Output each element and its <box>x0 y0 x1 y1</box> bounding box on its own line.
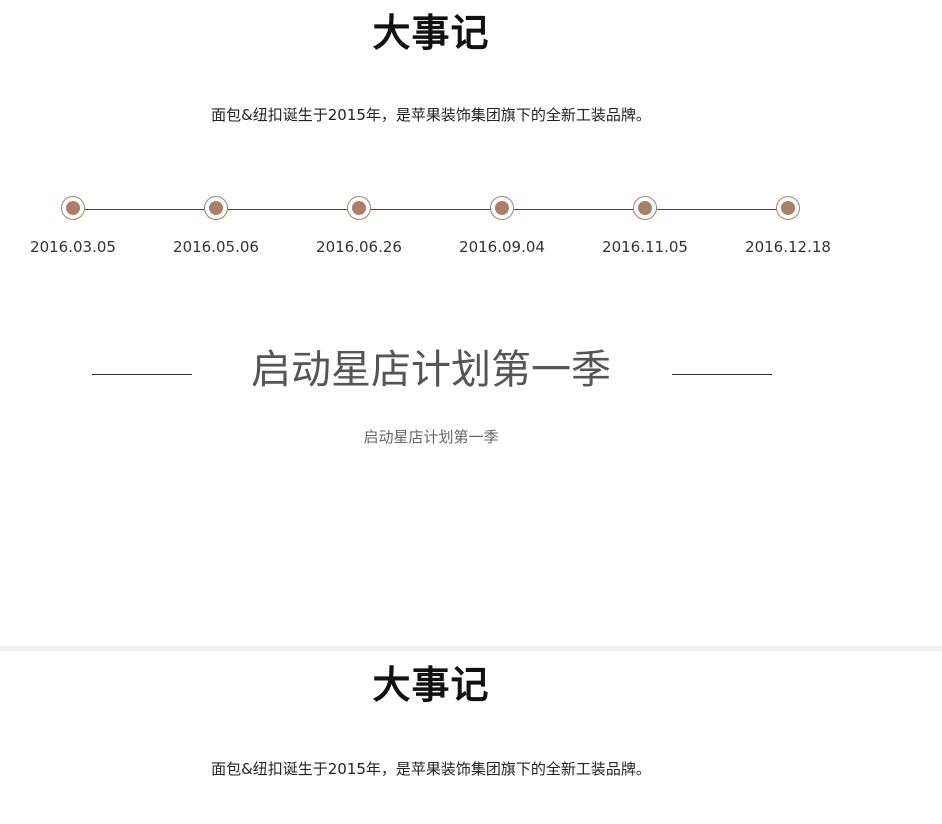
headline-rule-right <box>672 374 772 375</box>
timeline-date[interactable]: 2016.11.05 <box>585 238 705 256</box>
timeline-dot-icon[interactable] <box>490 196 514 220</box>
timeline-dot-icon[interactable] <box>347 196 371 220</box>
timeline-item[interactable]: 2016.03.05 <box>13 196 133 256</box>
section-intro: 面包&纽扣诞生于2015年，是苹果装饰集团旗下的全新工装品牌。 <box>211 106 651 124</box>
timeline-dot-icon[interactable] <box>61 196 85 220</box>
timeline-item[interactable]: 2016.09.04 <box>442 196 562 256</box>
timeline-item[interactable]: 2016.11.05 <box>585 196 705 256</box>
timeline-item[interactable]: 2016.06.26 <box>299 196 419 256</box>
timeline-date[interactable]: 2016.09.04 <box>442 238 562 256</box>
section-intro: 面包&纽扣诞生于2015年，是苹果装饰集团旗下的全新工装品牌。 <box>211 760 651 778</box>
event-headline-row: 启动星店计划第一季 <box>0 335 862 395</box>
milestones-section: 大事记 面包&纽扣诞生于2015年，是苹果装饰集团旗下的全新工装品牌。 <box>0 651 942 824</box>
timeline-dot-icon[interactable] <box>204 196 228 220</box>
timeline-date[interactable]: 2016.03.05 <box>13 238 133 256</box>
timeline-dot-icon[interactable] <box>633 196 657 220</box>
section-title: 大事记 <box>372 663 490 707</box>
timeline-date[interactable]: 2016.06.26 <box>299 238 419 256</box>
event-subheadline: 启动星店计划第一季 <box>363 428 499 446</box>
event-headline: 启动星店计划第一季 <box>251 347 611 393</box>
section-title: 大事记 <box>372 11 490 55</box>
timeline-date[interactable]: 2016.05.06 <box>156 238 276 256</box>
timeline-date[interactable]: 2016.12.18 <box>728 238 848 256</box>
timeline-item[interactable]: 2016.05.06 <box>156 196 276 256</box>
timeline: 2016.03.05 2016.05.06 2016.06.26 2016.09… <box>0 190 862 270</box>
milestones-section: 大事记 面包&纽扣诞生于2015年，是苹果装饰集团旗下的全新工装品牌。 2016… <box>0 0 942 646</box>
timeline-dot-icon[interactable] <box>776 196 800 220</box>
timeline-item[interactable]: 2016.12.18 <box>728 196 848 256</box>
